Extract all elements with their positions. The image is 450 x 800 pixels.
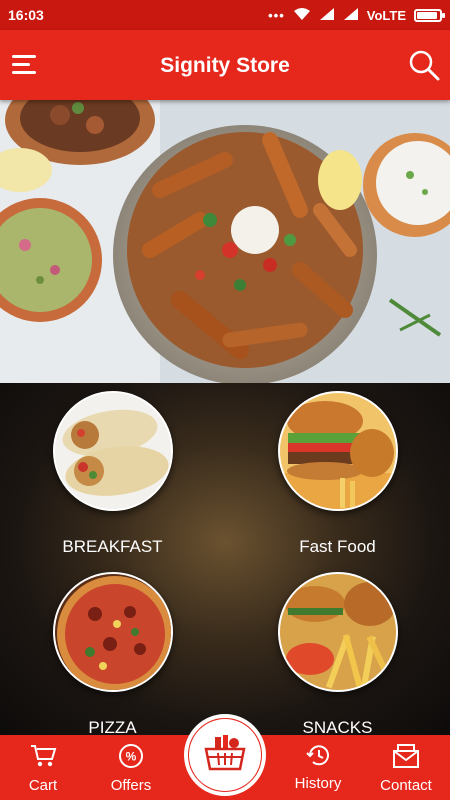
breakfast-wrap-photo: [52, 391, 173, 511]
category-snacks[interactable]: SNACKS: [225, 572, 450, 735]
category-grid: BREAKFAST Fast Food PIZZA SNACKS: [0, 383, 450, 735]
notification-dots: •••: [268, 8, 285, 23]
category-pizza[interactable]: PIZZA: [0, 572, 225, 735]
status-bar: 16:03 ••• VoLTE: [0, 0, 450, 30]
svg-text:%: %: [126, 750, 137, 764]
wifi-icon: [293, 7, 311, 24]
nav-label: History: [294, 775, 342, 792]
signal-icon: [319, 7, 335, 24]
nav-label: Cart: [28, 777, 58, 794]
nav-label: Contact: [380, 777, 432, 794]
nav-history[interactable]: History: [283, 735, 353, 800]
search-icon[interactable]: [408, 49, 440, 81]
offers-icon: %: [96, 743, 166, 774]
burger-photo: [277, 391, 398, 511]
cart-icon: [8, 743, 78, 774]
app-bar: Signity Store: [0, 30, 450, 100]
basket-button[interactable]: [184, 714, 266, 796]
nav-contact[interactable]: Contact: [370, 735, 442, 800]
snacks-photo: [277, 572, 398, 692]
status-time: 16:03: [8, 7, 44, 23]
category-label: Fast Food: [299, 537, 376, 556]
pizza-photo: [52, 572, 173, 692]
category-label: BREAKFAST: [62, 537, 163, 556]
grocery-basket-icon: [203, 733, 247, 778]
history-icon: [283, 743, 353, 772]
hero-banner: [0, 100, 450, 383]
nav-offers[interactable]: % Offers: [96, 735, 166, 800]
category-fast-food[interactable]: Fast Food: [225, 391, 450, 557]
signal-icon: [343, 7, 359, 24]
category-breakfast[interactable]: BREAKFAST: [0, 391, 225, 557]
battery-icon: [414, 9, 445, 22]
nav-cart[interactable]: Cart: [8, 735, 78, 800]
status-icons: ••• VoLTE: [268, 7, 445, 24]
contact-icon: [370, 743, 442, 774]
network-type: VoLTE: [366, 8, 406, 23]
page-title: Signity Store: [160, 54, 290, 77]
nav-label: Offers: [110, 777, 152, 794]
battery-fill: [417, 12, 438, 19]
loaded-fries-bowl-photo: [0, 100, 450, 383]
